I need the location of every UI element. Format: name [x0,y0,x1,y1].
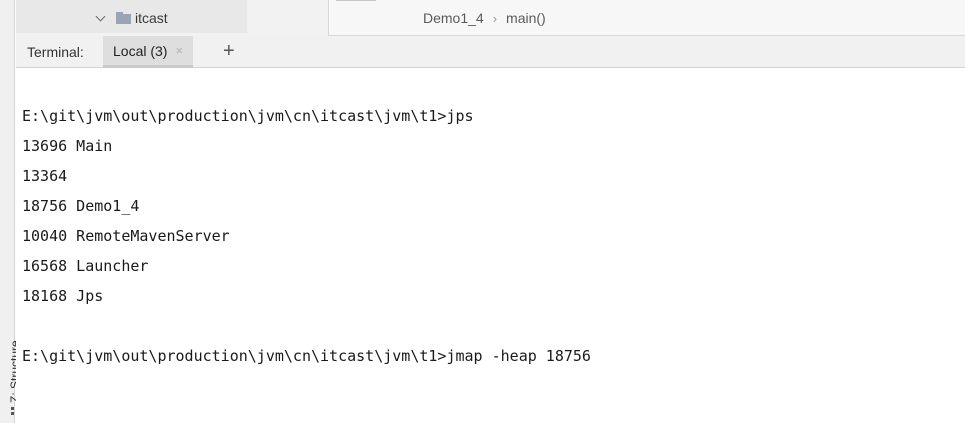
breadcrumb-file[interactable]: Demo1_4 [423,10,484,26]
terminal-line: E:\git\jvm\out\production\jvm\cn\itcast\… [22,347,591,365]
terminal-line: 18168 Jps [22,287,104,305]
editor-tab-strip-edge [336,0,376,3]
terminal-tab-bar: Terminal: Local (3) × + [16,36,965,68]
tab-local-3[interactable]: Local (3) × [103,36,194,68]
add-tab-icon[interactable]: + [223,40,235,62]
project-tree-panel: itcast [16,0,329,36]
breadcrumb-separator: › [492,10,498,26]
structure-tool-tab[interactable]: Z: Structure [0,318,22,423]
terminal-line: E:\git\jvm\out\production\jvm\cn\itcast\… [22,107,474,125]
editor-top-bar: itcast Demo1_4 › main() [16,0,965,36]
terminal-line: 18756 Demo1_4 [22,197,140,215]
breadcrumb: Demo1_4 › main() [423,10,546,26]
terminal-line: 13364 [22,167,68,185]
project-tree-item-label: itcast [135,10,168,26]
project-tree-item-itcast[interactable]: itcast [96,10,168,26]
close-icon[interactable]: × [175,43,183,58]
breadcrumb-method[interactable]: main() [506,10,546,26]
terminal-line: 13696 Main [22,137,113,155]
tab-local-3-label: Local (3) [113,42,168,59]
chevron-down-icon[interactable] [96,13,106,23]
terminal-line: 16568 Launcher [22,257,149,275]
terminal-title: Terminal: [27,44,84,60]
terminal-output[interactable]: E:\git\jvm\out\production\jvm\cn\itcast\… [16,69,965,423]
left-tool-strip: Z: Structure [0,0,22,423]
folder-icon [116,12,132,24]
terminal-line: 10040 RemoteMavenServer [22,227,230,245]
